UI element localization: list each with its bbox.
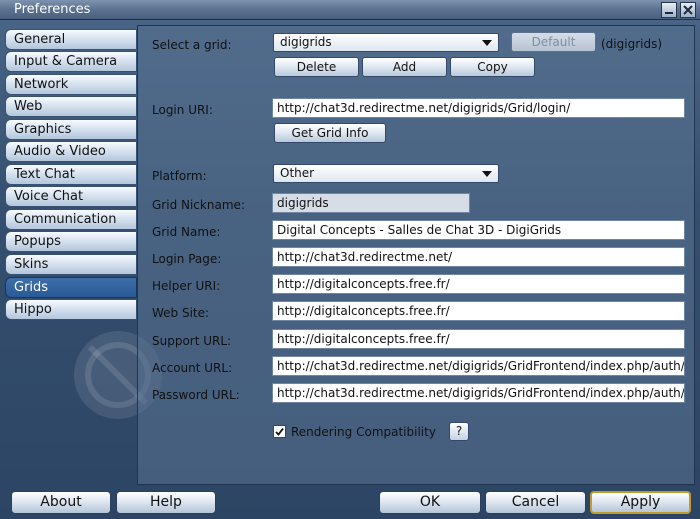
close-button[interactable] (680, 2, 696, 18)
window-title: Preferences (14, 2, 91, 17)
tab-skins[interactable]: Skins (5, 254, 137, 275)
help-button[interactable]: Help (116, 491, 216, 514)
password-url-field[interactable]: http://chat3d.redirectme.net/digigrids/G… (272, 383, 685, 403)
default-button[interactable]: Default (511, 32, 596, 52)
login-uri-label: Login URI: (152, 103, 213, 117)
tab-voice-chat[interactable]: Voice Chat (5, 186, 137, 207)
rendering-help-button[interactable]: ? (449, 422, 469, 441)
add-button[interactable]: Add (362, 57, 447, 77)
tab-general[interactable]: General (5, 29, 137, 50)
chevron-down-icon (482, 171, 492, 177)
get-grid-info-button[interactable]: Get Grid Info (274, 123, 386, 143)
tab-text-chat[interactable]: Text Chat (5, 164, 137, 185)
tab-communication[interactable]: Communication (5, 209, 137, 230)
login-page-label: Login Page: (152, 252, 222, 266)
grid-nickname-label: Grid Nickname: (152, 198, 245, 212)
helper-uri-label: Helper URI: (152, 279, 221, 293)
platform-dropdown[interactable]: Other (273, 164, 499, 183)
rendering-compatibility-checkbox[interactable] (273, 425, 286, 438)
grid-nickname-field[interactable]: digigrids (272, 193, 470, 213)
tab-audio-video[interactable]: Audio & Video (5, 141, 137, 162)
website-field[interactable]: http://digitalconcepts.free.fr/ (272, 301, 685, 321)
helper-uri-field[interactable]: http://digitalconcepts.free.fr/ (272, 274, 685, 294)
grid-select-value: digigrids (280, 35, 332, 49)
apply-button[interactable]: Apply (590, 491, 691, 514)
website-label: Web Site: (152, 306, 210, 320)
checkmark-icon (275, 427, 284, 436)
grid-name-label: Grid Name: (152, 225, 221, 239)
cancel-button[interactable]: Cancel (485, 491, 586, 514)
tab-web[interactable]: Web (5, 96, 137, 117)
login-page-field[interactable]: http://chat3d.redirectme.net/ (272, 247, 685, 267)
support-url-label: Support URL: (152, 334, 232, 348)
close-icon (683, 5, 693, 15)
tab-hippo[interactable]: Hippo (5, 299, 137, 320)
support-url-field[interactable]: http://digitalconcepts.free.fr/ (272, 329, 685, 349)
account-url-field[interactable]: http://chat3d.redirectme.net/digigrids/G… (272, 356, 685, 376)
tab-grids[interactable]: Grids (5, 277, 137, 298)
grid-select-dropdown[interactable]: digigrids (273, 33, 499, 52)
chevron-down-icon (482, 40, 492, 46)
title-bar[interactable]: Preferences (0, 0, 700, 20)
tab-graphics[interactable]: Graphics (5, 119, 137, 140)
account-url-label: Account URL: (152, 361, 233, 375)
default-grid-note: (digigrids) (601, 37, 663, 51)
login-uri-field[interactable]: http://chat3d.redirectme.net/digigrids/G… (272, 98, 685, 118)
tab-input-camera[interactable]: Input & Camera (5, 51, 137, 72)
minimize-button[interactable] (661, 2, 677, 18)
password-url-label: Password URL: (152, 388, 240, 402)
platform-label: Platform: (152, 169, 207, 183)
ok-button[interactable]: OK (379, 491, 481, 514)
tab-popups[interactable]: Popups (5, 231, 137, 252)
delete-button[interactable]: Delete (274, 57, 359, 77)
about-button[interactable]: About (11, 491, 111, 514)
rendering-compatibility-label: Rendering Compatibility (291, 425, 436, 439)
minimize-icon (665, 12, 673, 14)
copy-button[interactable]: Copy (450, 57, 535, 77)
tab-network[interactable]: Network (5, 74, 137, 95)
grid-name-field[interactable]: Digital Concepts - Salles de Chat 3D - D… (272, 220, 685, 240)
select-grid-label: Select a grid: (152, 38, 232, 52)
platform-value: Other (280, 166, 315, 180)
preferences-window: Preferences General Input & Camera Netwo… (0, 0, 700, 519)
